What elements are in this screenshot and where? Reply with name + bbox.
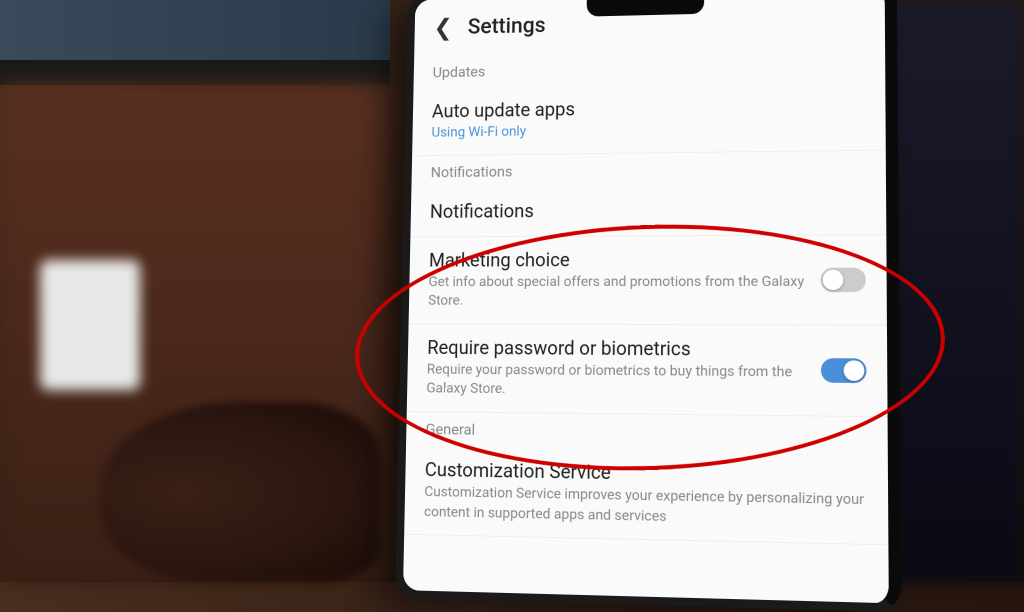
back-arrow-icon[interactable]: ❮ bbox=[433, 14, 453, 41]
toggle-knob bbox=[823, 269, 844, 289]
marketing-choice-item[interactable]: Marketing choice Get info about special … bbox=[409, 235, 887, 326]
customization-service-item[interactable]: Customization Service Customization Serv… bbox=[404, 446, 888, 546]
marketing-title: Marketing choice bbox=[429, 247, 805, 271]
biometrics-title: Require password or biometrics bbox=[427, 336, 804, 361]
notifications-item[interactable]: Notifications bbox=[410, 184, 886, 237]
marketing-subtitle: Get info about special offers and promot… bbox=[428, 272, 804, 312]
notifications-section-header: Notifications bbox=[411, 150, 886, 188]
page-title: Settings bbox=[468, 13, 546, 39]
require-biometrics-item[interactable]: Require password or biometrics Require y… bbox=[407, 324, 888, 417]
camera-notch bbox=[587, 0, 705, 17]
customization-subtitle: Customization Service improves your expe… bbox=[424, 483, 868, 532]
auto-update-apps-item[interactable]: Auto update apps Using Wi-Fi only bbox=[412, 81, 886, 156]
phone-screen: ❮ Settings Updates Auto update apps Usin… bbox=[403, 0, 889, 603]
auto-update-subtitle: Using Wi-Fi only bbox=[431, 118, 865, 143]
notifications-title: Notifications bbox=[430, 197, 866, 223]
biometrics-toggle[interactable] bbox=[821, 358, 867, 383]
phone-device: ❮ Settings Updates Auto update apps Usin… bbox=[395, 0, 901, 612]
marketing-toggle[interactable] bbox=[821, 267, 866, 291]
toggle-knob bbox=[844, 360, 865, 381]
biometrics-subtitle: Require your password or biometrics to b… bbox=[426, 361, 804, 403]
